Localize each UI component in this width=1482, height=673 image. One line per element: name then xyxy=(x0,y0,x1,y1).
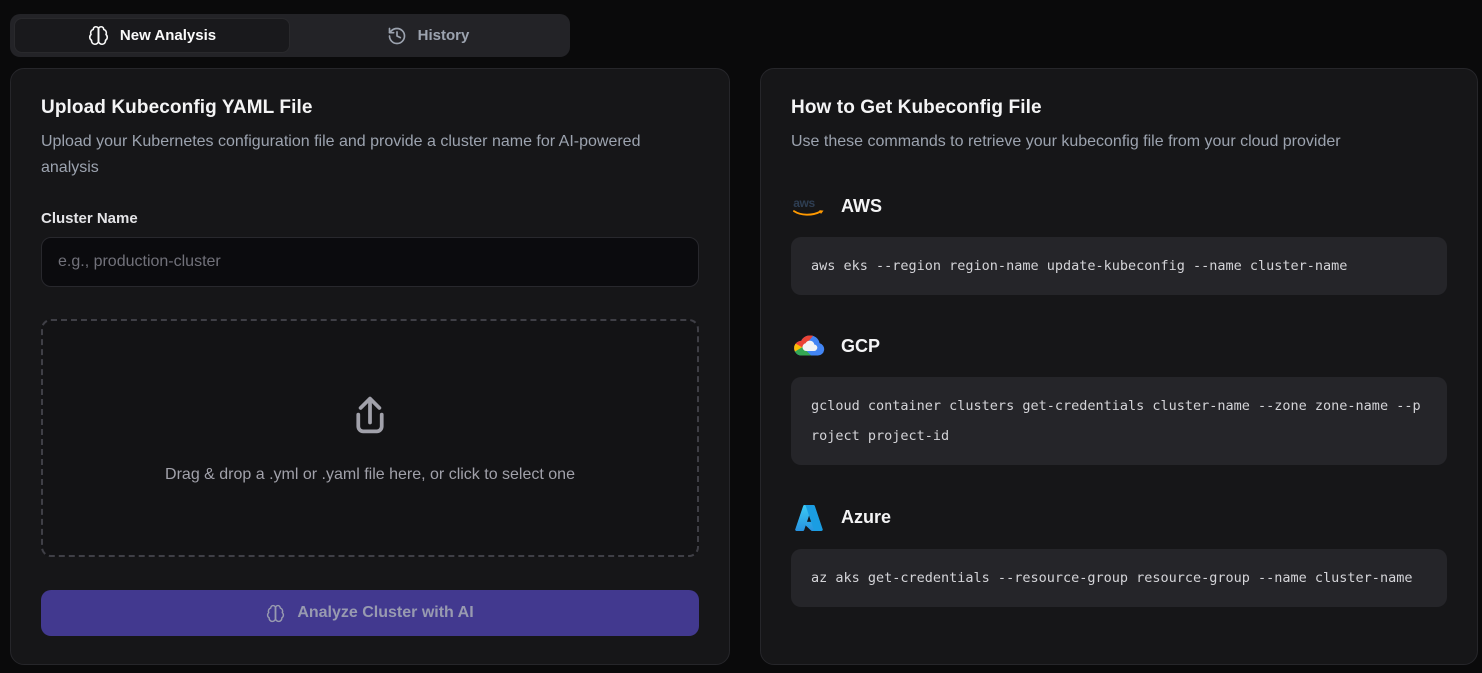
file-dropzone[interactable]: Drag & drop a .yml or .yaml file here, o… xyxy=(41,319,699,557)
provider-section-azure: Azure az aks get-credentials --resource-… xyxy=(791,503,1447,607)
upload-card-title: Upload Kubeconfig YAML File xyxy=(41,97,699,119)
provider-name-aws: AWS xyxy=(841,196,882,217)
dropzone-hint: Drag & drop a .yml or .yaml file here, o… xyxy=(165,466,575,484)
analysis-tabbar: New Analysis History xyxy=(10,14,570,57)
tab-history-label: History xyxy=(418,27,470,44)
cluster-name-label: Cluster Name xyxy=(41,210,699,227)
history-icon xyxy=(387,26,407,46)
upload-card-subtitle: Upload your Kubernetes configuration fil… xyxy=(41,129,669,180)
aws-command-code[interactable]: aws eks --region region-name update-kube… xyxy=(791,237,1447,295)
brain-icon xyxy=(266,604,285,623)
tab-history[interactable]: History xyxy=(290,18,566,53)
provider-section-aws: aws AWS aws eks --region region-name upd… xyxy=(791,193,1447,295)
upload-kubeconfig-card: Upload Kubeconfig YAML File Upload your … xyxy=(10,68,730,665)
analyze-button-label: Analyze Cluster with AI xyxy=(297,604,473,622)
analyze-cluster-button[interactable]: Analyze Cluster with AI xyxy=(41,590,699,636)
aws-logo-icon: aws xyxy=(791,193,827,221)
help-card-subtitle: Use these commands to retrieve your kube… xyxy=(791,129,1447,155)
gcp-command-code[interactable]: gcloud container clusters get-credential… xyxy=(791,377,1447,465)
azure-logo-icon xyxy=(791,503,827,533)
how-to-get-kubeconfig-card: How to Get Kubeconfig File Use these com… xyxy=(760,68,1478,665)
brain-icon xyxy=(88,25,109,46)
upload-icon xyxy=(345,392,395,442)
azure-command-code[interactable]: az aks get-credentials --resource-group … xyxy=(791,549,1447,607)
svg-text:aws: aws xyxy=(793,196,815,210)
help-card-title: How to Get Kubeconfig File xyxy=(791,97,1447,119)
provider-name-azure: Azure xyxy=(841,507,891,528)
gcp-logo-icon xyxy=(791,333,827,361)
provider-section-gcp: GCP gcloud container clusters get-creden… xyxy=(791,333,1447,465)
tab-new-analysis[interactable]: New Analysis xyxy=(14,18,290,53)
cluster-name-input[interactable] xyxy=(41,237,699,287)
provider-name-gcp: GCP xyxy=(841,336,880,357)
tab-new-analysis-label: New Analysis xyxy=(120,27,216,44)
